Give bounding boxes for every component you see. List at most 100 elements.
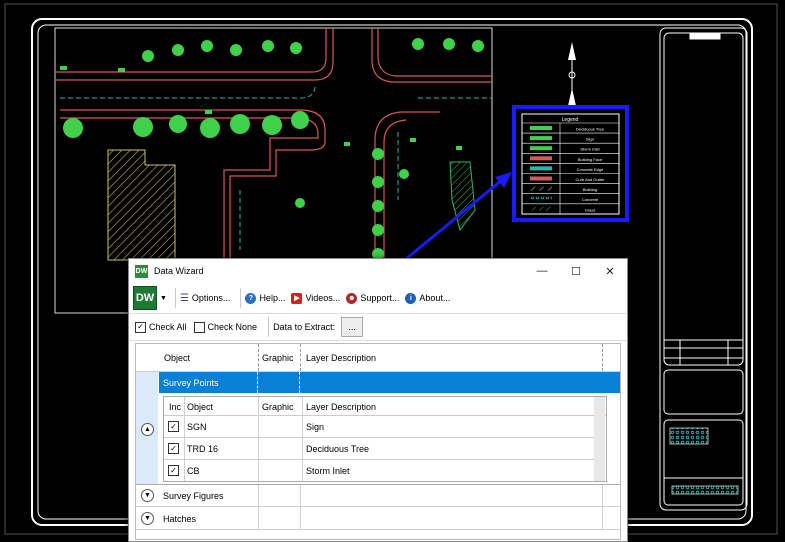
column-divider [602,344,603,371]
help-icon: ? [245,292,257,304]
check-none-checkbox[interactable] [193,321,205,333]
grid-header [136,344,620,371]
legend-item-label: Deciduous Tree [576,127,605,132]
group-name-survey-figures: Survey Figures [163,491,224,501]
group-name-survey-points: Survey Points [163,378,219,388]
expand-chevron-down-icon[interactable]: ▼ [141,512,154,525]
row-object: SGN [187,422,207,432]
support-headset-icon: ☻ [346,292,358,304]
legend-symbol [530,126,552,130]
include-checkbox[interactable]: ✓ [168,443,179,454]
header-layer-description: Layer Description [306,353,377,363]
dw-logo-button[interactable]: DW [133,286,157,310]
data-wizard-app-icon: DW [135,264,148,278]
toolbar: DW ▼ ☰ Options... ? Help... ▶ Videos... … [129,283,627,314]
check-all-option[interactable]: ✓ Check All [135,321,187,333]
subtable-scrollbar[interactable] [594,397,605,481]
survey-points-subtable[interactable]: Inc Object Graphic Layer Description ✓ S… [163,396,607,482]
data-wizard-window[interactable]: DW Data Wizard — ☐ ✕ DW ▼ ☰ Options... ?… [128,258,628,542]
legend-item-label: Concrete Edge [577,167,604,172]
row-object: CB [187,466,200,476]
legend-item-label: Building [583,187,597,192]
legend-symbol [530,136,552,141]
videos-button[interactable]: ▶ Videos... [291,292,341,304]
legend-item-label: Sign [586,137,594,142]
help-button[interactable]: ? Help... [245,292,286,304]
check-all-checkbox[interactable]: ✓ [135,321,146,333]
header-graphic: Graphic [262,353,294,363]
header-object: Object [164,353,191,363]
column-divider [258,344,259,371]
data-to-extract-label: Data to Extract: [273,322,336,332]
options-button[interactable]: ☰ Options... [180,293,231,304]
support-label: Support... [360,293,400,303]
about-label: About... [419,293,451,303]
legend-item-label: Concrete [582,197,599,202]
legend-symbol [530,166,552,171]
column-divider [258,507,259,529]
extraction-grid[interactable]: Object Graphic Layer Description Survey … [135,343,621,540]
close-button[interactable]: ✕ [593,259,627,283]
title-bar[interactable]: DW Data Wizard — ☐ ✕ [129,259,627,283]
expand-chevron-down-icon[interactable]: ▼ [141,489,154,502]
options-label: Options... [191,293,231,303]
toolbar-separator [268,317,270,337]
group-row-survey-figures[interactable]: ▼ Survey Figures [136,485,620,506]
column-divider [602,485,603,506]
help-label: Help... [259,293,286,303]
legend-symbol [530,196,552,201]
grid-divider [136,529,620,530]
legend-symbol [530,186,552,191]
toolbar-separator [240,288,242,308]
sub-header-inc: Inc [169,402,182,412]
sub-header-object: Object [187,402,214,412]
videos-label: Videos... [305,293,341,303]
subtable-header [164,397,606,416]
column-divider [602,507,603,529]
include-checkbox[interactable]: ✓ [168,465,179,476]
legend-symbol [530,156,552,161]
table-row[interactable]: ✓ CB Storm Inlet [164,460,594,481]
column-divider [299,372,300,393]
toolbar-separator [174,288,176,308]
data-to-extract-browse-button[interactable]: ... [341,317,364,337]
column-divider [300,485,301,506]
chevron-down-icon[interactable]: ▼ [160,295,167,302]
table-row[interactable]: ✓ TRD 16 Deciduous Tree [164,438,594,460]
check-all-label: Check All [149,322,187,332]
legend-symbol [530,206,552,211]
legend-item-label: Curb And Gutter [576,177,606,182]
window-title: Data Wizard [154,266,204,276]
legend-symbol [530,146,552,151]
selection-row: ✓ Check All Check None Data to Extract: … [129,314,627,341]
column-divider [258,485,259,506]
row-object: TRD 16 [187,444,219,454]
row-layer-description: Storm Inlet [306,466,350,476]
legend-item-label: Grass [585,207,596,212]
group-row-hatches[interactable]: ▼ Hatches [136,507,620,529]
check-none-label: Check None [207,322,258,332]
info-icon: i [405,292,417,304]
sub-header-layer-description: Layer Description [306,402,377,412]
legend-symbol [530,176,552,181]
group-name-hatches: Hatches [163,514,197,524]
maximize-button[interactable]: ☐ [559,259,593,283]
about-button[interactable]: i About... [405,292,451,304]
column-divider [257,372,258,393]
building-hatch [107,149,176,261]
row-layer-description: Sign [306,422,325,432]
table-row[interactable]: ✓ SGN Sign [164,415,594,438]
collapse-chevron-up-icon[interactable]: ▲ [141,423,154,436]
row-layer-description: Deciduous Tree [306,444,370,454]
check-none-option[interactable]: Check None [193,321,258,333]
list-icon: ☰ [179,292,189,304]
column-divider [300,344,301,371]
include-checkbox[interactable]: ✓ [168,421,179,432]
legend-title: Legend [562,117,579,123]
support-button[interactable]: ☻ Support... [346,292,400,304]
legend-item-label: Building Face [578,157,603,162]
group-row-survey-points[interactable]: Survey Points [159,372,620,393]
legend-item-label: Storm Inlet [580,147,600,152]
sub-header-graphic: Graphic [262,402,294,412]
minimize-button[interactable]: — [525,259,559,283]
